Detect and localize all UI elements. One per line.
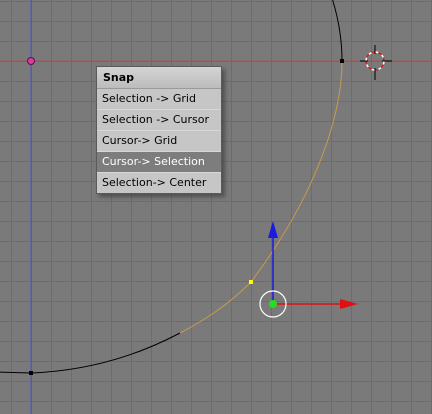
curve-vertex-top[interactable]: [340, 59, 344, 63]
snap-menu-title: Snap: [97, 67, 221, 89]
selected-vertex-icon[interactable]: [249, 280, 253, 284]
3d-viewport[interactable]: Snap Selection -> Grid Selection -> Curs…: [0, 0, 432, 414]
menu-item-selection-to-cursor[interactable]: Selection -> Cursor: [97, 110, 221, 131]
menu-item-selection-to-grid[interactable]: Selection -> Grid: [97, 89, 221, 110]
circle-curve-lower[interactable]: [0, 332, 181, 374]
curve-vertex-bottom[interactable]: [29, 371, 33, 375]
object-origin-point[interactable]: [27, 57, 35, 65]
menu-item-cursor-to-selection[interactable]: Cursor-> Selection: [97, 152, 221, 173]
circle-curve[interactable]: [331, 0, 343, 62]
menu-item-selection-to-center[interactable]: Selection-> Center: [97, 173, 221, 193]
transform-manipulator-icon[interactable]: [259, 221, 358, 318]
manipulator-y-arrow[interactable]: [268, 221, 278, 238]
3d-cursor-icon[interactable]: [360, 45, 392, 80]
menu-item-cursor-to-grid[interactable]: Cursor-> Grid: [97, 131, 221, 152]
snap-menu: Snap Selection -> Grid Selection -> Curs…: [96, 66, 222, 194]
viewport-scene: [0, 0, 432, 414]
manipulator-center-dot[interactable]: [269, 300, 277, 308]
manipulator-x-arrow[interactable]: [340, 299, 358, 309]
